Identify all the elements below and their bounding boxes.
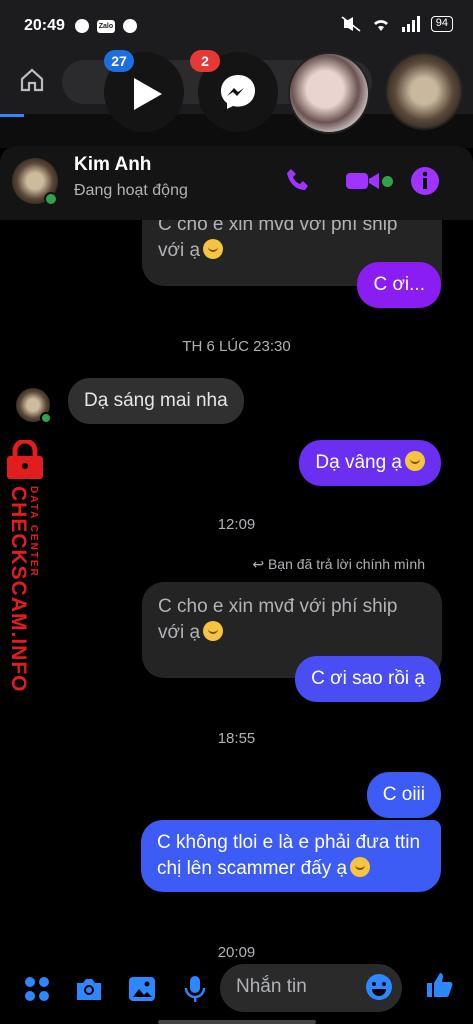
timestamp-divider: 20:09 — [217, 944, 256, 958]
online-indicator — [44, 192, 58, 206]
video-call-icon[interactable] — [345, 166, 381, 196]
phone-call-icon[interactable] — [284, 166, 314, 196]
notification-icons: Zalo — [74, 19, 137, 33]
pleading-face-icon — [405, 451, 425, 471]
contact-name[interactable]: Kim Anh — [74, 154, 151, 176]
reply-note-text: Bạn đã trả lời chính mình — [267, 556, 425, 572]
signal-icon — [401, 16, 420, 32]
message-bubble-sent[interactable]: Dạ vâng ạ — [299, 440, 441, 486]
camera-icon[interactable] — [74, 974, 104, 1004]
timestamp-divider: 18:55 — [217, 730, 256, 747]
message-text: C cho e xin mvđ với phí ship với ạ — [158, 596, 398, 643]
system-status: 94 — [341, 16, 453, 32]
unread-badge: 27 — [104, 50, 134, 72]
reply-arrow-icon: ↩ — [252, 556, 265, 572]
facebook-notification-icon — [74, 19, 89, 33]
gallery-icon[interactable] — [127, 974, 157, 1004]
crying-face-icon — [203, 621, 224, 641]
reply-indicator: ↩ Bạn đã trả lời chính mình — [252, 556, 425, 573]
message-bubble-received[interactable]: Dạ sáng mai nha — [68, 378, 244, 424]
message-list[interactable]: C cho e xin mvđ với phí ship với ạ C ơi.… — [0, 220, 473, 958]
like-icon[interactable] — [424, 970, 454, 1000]
message-text: C ơi sao rồi ạ — [311, 668, 425, 689]
microphone-icon[interactable] — [180, 974, 210, 1004]
chat-header: Kim Anh Đang hoạt động — [0, 146, 473, 220]
menu-grid-icon[interactable] — [22, 974, 52, 1004]
mute-icon — [341, 16, 361, 32]
pleading-face-icon — [350, 857, 371, 877]
message-text: C ơi... — [373, 274, 425, 295]
battery-icon: 94 — [430, 16, 453, 32]
message-composer: Nhắn tin — [0, 958, 473, 1024]
home-icon[interactable] — [18, 66, 46, 94]
message-bubble-sent[interactable]: C không tloi e là e phải đưa ttin chị lê… — [141, 820, 441, 892]
checkscam-watermark: CHECKSCAM.INFO DATA CENTER — [0, 440, 52, 693]
chat-head-avatar-active[interactable] — [385, 52, 463, 130]
timestamp-divider: TH 6 LÚC 23:30 — [182, 338, 291, 355]
home-indicator — [158, 1020, 316, 1024]
online-indicator — [40, 412, 52, 424]
message-text: C oiii — [382, 784, 425, 805]
messenger-icon — [221, 75, 255, 109]
chat-panel: Kim Anh Đang hoạt động C cho e xin mvđ v… — [0, 146, 473, 1024]
message-text: Dạ sáng mai nha — [84, 390, 228, 411]
play-icon — [134, 78, 162, 110]
chat-head-messenger[interactable]: 2 — [190, 50, 278, 132]
unread-badge: 2 — [190, 50, 220, 72]
chat-head-video[interactable]: 27 — [104, 50, 184, 132]
message-bubble-sent[interactable]: C ơi sao rồi ạ — [295, 656, 441, 702]
wifi-icon — [373, 20, 388, 31]
timestamp-divider: 12:09 — [217, 516, 256, 533]
message-text: C cho e xin mvđ với phí ship với ạ — [158, 220, 398, 261]
message-text: C không tloi e là e phải đưa ttin chị lê… — [157, 832, 421, 879]
crying-face-icon — [203, 239, 224, 259]
status-time: 20:49 — [24, 17, 65, 34]
message-input-placeholder: Nhắn tin — [236, 976, 307, 997]
message-text: Dạ vâng ạ — [315, 452, 402, 473]
status-bar: 20:49 Zalo 94 — [0, 0, 473, 52]
video-online-indicator — [382, 176, 393, 187]
info-icon[interactable] — [410, 166, 440, 196]
emoji-icon[interactable] — [364, 972, 394, 1002]
watermark-sub-text: DATA CENTER — [28, 486, 39, 578]
chat-head-avatar[interactable] — [288, 52, 370, 134]
contact-status: Đang hoạt động — [74, 182, 188, 199]
message-bubble-sent[interactable]: C oiii — [366, 772, 441, 818]
messenger-notification-icon — [122, 19, 137, 33]
lock-icon — [7, 440, 43, 479]
message-bubble-sent[interactable]: C ơi... — [357, 262, 441, 308]
zalo-notification-icon: Zalo — [96, 19, 115, 33]
